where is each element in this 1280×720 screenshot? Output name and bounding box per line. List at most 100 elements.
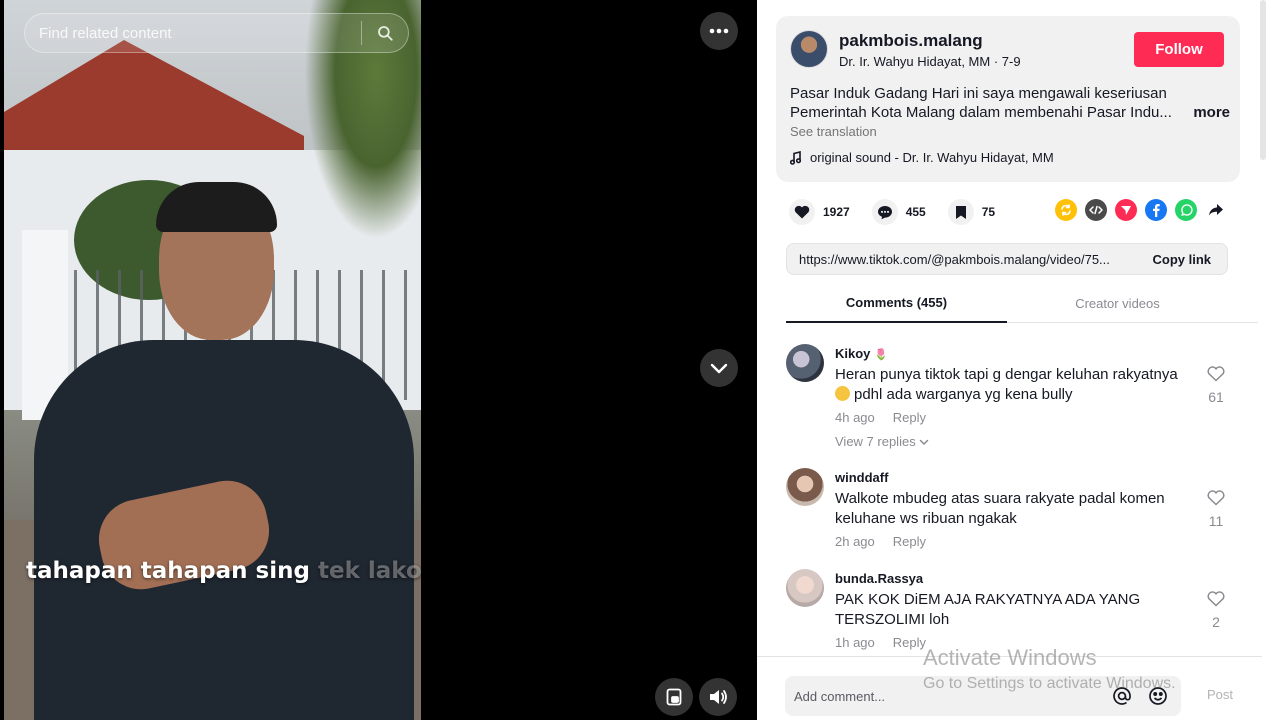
- facebook-icon: [1153, 204, 1160, 217]
- comment-meta: 4h ago Reply: [835, 410, 1195, 425]
- send-to-friends-button[interactable]: [1115, 199, 1137, 221]
- reply-button[interactable]: Reply: [893, 534, 926, 549]
- more-options-button[interactable]: [700, 12, 738, 50]
- author-username[interactable]: pakmbois.malang: [839, 31, 983, 51]
- next-video-button[interactable]: [700, 349, 738, 387]
- heart-icon: [794, 205, 810, 219]
- tab-creator-videos[interactable]: Creator videos: [1007, 283, 1228, 323]
- comment-text-line-1: Walkote mbudeg atas suara rakyate padal …: [835, 490, 1165, 507]
- save-icon-wrap: [947, 199, 974, 225]
- comment-text-line-2: pdhl ada warganya yg kena bully: [854, 386, 1073, 403]
- video-caption: tahapan tahapan sing tek lakon: [26, 558, 421, 584]
- comment-list: Kikoy 🌷 Heran punya tiktok tapi g dengar…: [757, 330, 1262, 656]
- reply-button[interactable]: Reply: [893, 635, 926, 650]
- comment-icon-wrap: [871, 199, 898, 225]
- commenter-username[interactable]: winddaff: [835, 470, 1195, 485]
- post-description: Pasar Induk Gadang Hari ini saya mengawa…: [790, 84, 1230, 122]
- ellipsis-icon: [709, 28, 729, 34]
- facebook-share-button[interactable]: [1145, 199, 1167, 221]
- music-note-icon: [790, 150, 802, 165]
- commenter-username[interactable]: Kikoy 🌷: [835, 346, 1195, 361]
- comment-like-count: 2: [1212, 614, 1220, 630]
- comment-like-count: 61: [1208, 389, 1224, 405]
- post-comment-button[interactable]: Post: [1207, 687, 1233, 702]
- comment-like-count: 11: [1208, 513, 1224, 529]
- description-line-2-row: Pemerintah Kota Malang dalam membenahi P…: [790, 103, 1230, 122]
- commenter-avatar[interactable]: [786, 344, 824, 382]
- comment-button[interactable]: 455: [871, 199, 926, 225]
- flushed-emoji-icon: [835, 386, 850, 401]
- caption-main: tahapan tahapan sing: [26, 558, 310, 584]
- embed-button[interactable]: [1085, 199, 1107, 221]
- like-count: 1927: [823, 205, 850, 219]
- comment-composer: Post: [757, 656, 1262, 720]
- search-icon: [378, 26, 393, 41]
- mention-button[interactable]: [1109, 683, 1135, 709]
- original-sound-link[interactable]: original sound - Dr. Ir. Wahyu Hidayat, …: [790, 150, 1054, 165]
- comment-text-line-1: Heran punya tiktok tapi g dengar keluhan…: [835, 366, 1178, 383]
- forward-arrow-icon: [1209, 204, 1223, 216]
- bookmark-icon: [955, 205, 966, 219]
- at-sign-icon: [1113, 687, 1131, 705]
- more-share-button[interactable]: [1205, 199, 1227, 221]
- caption-faded: tek lakon: [317, 558, 421, 584]
- commenter-avatar[interactable]: [786, 569, 824, 607]
- save-button[interactable]: 75: [947, 199, 996, 225]
- description-line-2: Pemerintah Kota Malang dalam membenahi P…: [790, 104, 1172, 121]
- comment-time: 1h ago: [835, 635, 875, 650]
- comment-meta: 1h ago Reply: [835, 635, 1195, 650]
- view-replies-label: View 7 replies: [835, 434, 916, 449]
- more-link[interactable]: more: [1193, 103, 1230, 122]
- repost-button[interactable]: [1055, 199, 1077, 221]
- comment-like-button[interactable]: 2: [1204, 591, 1228, 630]
- action-bar: 1927 455 75: [789, 199, 1229, 225]
- comment-input[interactable]: [785, 688, 1109, 704]
- comments-tabs: Comments (455) Creator videos: [786, 283, 1258, 323]
- panel-scrollbar[interactable]: [1260, 0, 1266, 160]
- video-scene-roof: [4, 40, 304, 160]
- video-person-hair: [156, 182, 277, 232]
- send-icon: [1121, 206, 1131, 215]
- picture-in-picture-button[interactable]: [655, 678, 693, 716]
- post-info-card: pakmbois.malang Dr. Ir. Wahyu Hidayat, M…: [776, 16, 1240, 182]
- see-translation-link[interactable]: See translation: [790, 124, 877, 139]
- comment-body: Kikoy 🌷 Heran punya tiktok tapi g dengar…: [835, 346, 1195, 449]
- app-root: tahapan tahapan sing tek lakon pakmbois.…: [0, 0, 1280, 720]
- emoji-button[interactable]: [1145, 683, 1171, 709]
- tab-comments[interactable]: Comments (455): [786, 283, 1007, 323]
- chevron-down-icon: [710, 363, 728, 374]
- whatsapp-share-button[interactable]: [1175, 199, 1197, 221]
- whatsapp-icon: [1180, 203, 1193, 216]
- comment-like-button[interactable]: 11: [1204, 490, 1228, 529]
- follow-button[interactable]: Follow: [1134, 32, 1224, 67]
- comment-text-line-1: PAK KOK DiEM AJA RAKYATNYA ADA YANG: [835, 591, 1141, 608]
- search-button[interactable]: [362, 13, 408, 53]
- comment-input-wrap: [785, 676, 1181, 716]
- video-area: tahapan tahapan sing tek lakon: [0, 0, 757, 720]
- author-subline: Dr. Ir. Wahyu Hidayat, MM · 7-9: [839, 54, 1021, 69]
- save-count: 75: [981, 205, 996, 219]
- author-avatar[interactable]: [790, 30, 828, 68]
- comment-text: PAK KOK DiEM AJA RAKYATNYA ADA YANG TERS…: [835, 590, 1195, 630]
- like-button[interactable]: 1927: [789, 199, 850, 225]
- view-replies-button[interactable]: View 7 replies: [835, 434, 1195, 449]
- chevron-down-icon: [920, 439, 929, 446]
- heart-outline-icon: [1207, 490, 1225, 506]
- comment-like-button[interactable]: 61: [1204, 366, 1228, 405]
- related-search-input[interactable]: [25, 24, 361, 42]
- comment-body: bunda.Rassya PAK KOK DiEM AJA RAKYATNYA …: [835, 571, 1195, 650]
- post-date: 7-9: [1001, 54, 1021, 69]
- description-line-1: Pasar Induk Gadang Hari ini saya mengawa…: [790, 85, 1167, 102]
- video-player[interactable]: tahapan tahapan sing tek lakon: [4, 0, 421, 720]
- commenter-username[interactable]: bunda.Rassya: [835, 571, 1195, 586]
- video-link-url[interactable]: https://www.tiktok.com/@pakmbois.malang/…: [787, 252, 1136, 267]
- copy-link-button[interactable]: Copy link: [1136, 252, 1227, 267]
- related-search-box: [24, 13, 409, 53]
- volume-button[interactable]: [699, 678, 737, 716]
- details-panel: pakmbois.malang Dr. Ir. Wahyu Hidayat, M…: [757, 0, 1280, 720]
- flower-emoji-icon: 🌷: [874, 349, 888, 361]
- comment-count: 455: [905, 205, 926, 219]
- comment-text-line-2: TERSZOLIMI loh: [835, 611, 950, 628]
- reply-button[interactable]: Reply: [893, 410, 926, 425]
- commenter-avatar[interactable]: [786, 468, 824, 506]
